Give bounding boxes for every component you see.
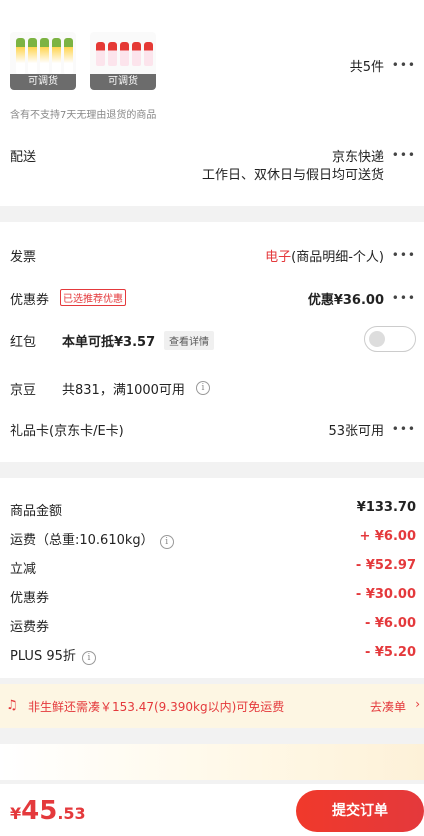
item-count[interactable]: 共5件 bbox=[350, 56, 384, 75]
summary-label: 立减 bbox=[10, 562, 37, 577]
bottle-image bbox=[16, 38, 25, 74]
info-icon[interactable]: i bbox=[196, 381, 210, 395]
invoice-label: 发票 bbox=[10, 250, 37, 265]
coupon-value[interactable]: 优惠¥36.00 bbox=[308, 289, 384, 308]
delivery-card[interactable]: 配送 京东快递 工作日、双休日与假日均可送货 ••• bbox=[0, 134, 424, 206]
jingdou-label: 京豆 bbox=[10, 383, 37, 398]
giftcard-value[interactable]: 53张可用 bbox=[328, 420, 384, 439]
more-icon[interactable]: ••• bbox=[392, 422, 416, 436]
bottle-image bbox=[120, 42, 129, 66]
more-icon[interactable]: ••• bbox=[392, 148, 416, 162]
invoice-detail: (商品明细-个人) bbox=[291, 250, 384, 265]
summary-label: 运费券 bbox=[10, 620, 50, 635]
summary-value: - ¥52.97 bbox=[355, 558, 416, 573]
summary-label: PLUS 95折 i bbox=[10, 645, 96, 665]
return-notice: 含有不支持7天无理由退货的商品 bbox=[10, 110, 157, 121]
summary-row: 运费券 - ¥6.00 bbox=[10, 616, 416, 635]
summary-value: - ¥30.00 bbox=[355, 587, 416, 602]
more-icon[interactable]: ••• bbox=[392, 248, 416, 262]
product-tag: 可调货 bbox=[90, 74, 156, 90]
delivery-label: 配送 bbox=[10, 150, 37, 165]
blurred-area bbox=[0, 744, 424, 780]
jingdou-text: 共831，满1000可用 bbox=[62, 383, 185, 398]
bottle-image bbox=[96, 42, 105, 66]
redpacket-detail-link[interactable]: 查看详情 bbox=[164, 331, 214, 350]
invoice-value[interactable]: 电子(商品明细-个人) bbox=[265, 246, 384, 265]
banner-text: 非生鲜还需凑￥153.47(9.390kg以内)可免运费 bbox=[28, 700, 285, 714]
payment-options-card: 发票 电子(商品明细-个人) ••• 优惠券 已选推荐优惠 优惠¥36.00 •… bbox=[0, 222, 424, 462]
price-currency: ¥ bbox=[10, 804, 22, 823]
more-icon[interactable]: ••• bbox=[392, 58, 416, 72]
summary-value: - ¥6.00 bbox=[364, 616, 416, 631]
submit-order-button[interactable]: 提交订单 bbox=[296, 790, 424, 832]
banner-action[interactable]: 去凑单 bbox=[370, 698, 406, 715]
bottle-image bbox=[52, 38, 61, 74]
coupon-badge: 已选推荐优惠 bbox=[60, 289, 126, 306]
summary-row: PLUS 95折 i - ¥5.20 bbox=[10, 645, 416, 665]
total-price: ¥45.53 bbox=[10, 796, 86, 826]
price-decimal: .53 bbox=[57, 804, 86, 823]
summary-row: 优惠券 - ¥30.00 bbox=[10, 587, 416, 606]
redpacket-text: 本单可抵¥3.57 bbox=[62, 335, 156, 350]
info-icon[interactable]: i bbox=[81, 651, 96, 665]
summary-label: 运费（总重:10.610kg） i bbox=[10, 529, 174, 549]
summary-label: 优惠券 bbox=[10, 591, 50, 606]
bottle-image bbox=[144, 42, 153, 66]
summary-row: 商品金额 ¥133.70 bbox=[10, 500, 416, 519]
chevron-right-icon: › bbox=[415, 697, 420, 711]
redpacket-toggle[interactable] bbox=[364, 326, 416, 352]
bottle-image bbox=[40, 38, 49, 74]
summary-value: ¥133.70 bbox=[356, 500, 416, 515]
checkout-bar: ¥45.53 提交订单 bbox=[0, 784, 424, 836]
summary-label-text: PLUS 95折 bbox=[10, 649, 76, 664]
bottle-image bbox=[64, 38, 73, 74]
more-icon[interactable]: ••• bbox=[392, 291, 416, 305]
giftcard-label: 礼品卡(京东卡/E卡) bbox=[10, 424, 124, 439]
summary-row: 立减 - ¥52.97 bbox=[10, 558, 416, 577]
bottle-image bbox=[132, 42, 141, 66]
product-thumb-2[interactable]: 可调货 bbox=[90, 32, 156, 90]
info-icon[interactable]: i bbox=[159, 535, 174, 549]
bottle-image bbox=[28, 38, 37, 74]
summary-label-text: 运费（总重:10.610kg） bbox=[10, 533, 154, 548]
summary-value: - ¥5.20 bbox=[364, 645, 416, 660]
redpacket-label: 红包 bbox=[10, 335, 37, 350]
delivery-schedule: 工作日、双休日与假日均可送货 bbox=[201, 168, 384, 183]
bottle-image bbox=[108, 42, 117, 66]
free-shipping-banner[interactable]: ♫ 非生鲜还需凑￥153.47(9.390kg以内)可免运费 去凑单 › bbox=[0, 684, 424, 728]
product-tag: 可调货 bbox=[10, 74, 76, 90]
price-integer: 45 bbox=[21, 796, 58, 826]
product-thumb-1[interactable]: 可调货 bbox=[10, 32, 76, 90]
bell-icon: ♫ bbox=[6, 698, 18, 713]
price-summary-card: 商品金额 ¥133.70 运费（总重:10.610kg） i + ¥6.00 立减 - … bbox=[0, 478, 424, 678]
invoice-type: 电子 bbox=[265, 250, 292, 265]
summary-value: + ¥6.00 bbox=[359, 529, 416, 544]
summary-row: 运费（总重:10.610kg） i + ¥6.00 bbox=[10, 529, 416, 549]
delivery-carrier: 京东快递 bbox=[331, 150, 384, 165]
summary-label: 商品金额 bbox=[10, 504, 63, 519]
coupon-label: 优惠券 bbox=[10, 293, 50, 308]
goods-card: 可调货 可调货 共5件 ••• 含有不支持7天无理由退货的商品 bbox=[0, 0, 424, 134]
